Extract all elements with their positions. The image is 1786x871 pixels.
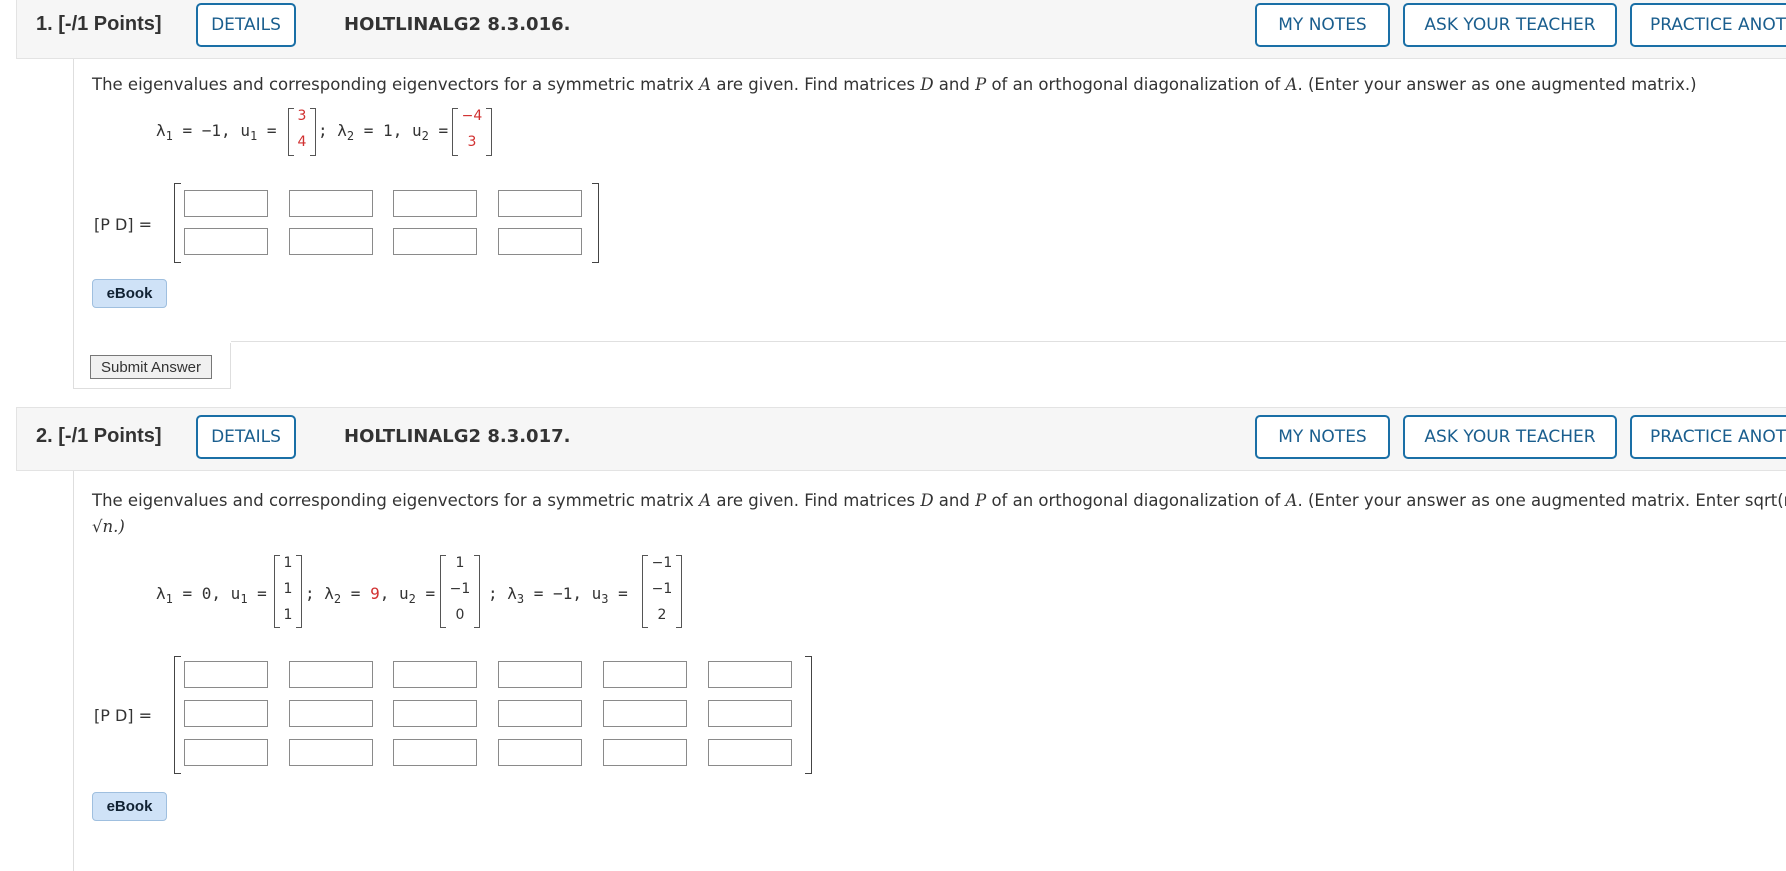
matrix-left-bracket	[174, 656, 181, 774]
answer-cell-2-1[interactable]	[184, 228, 268, 255]
answer-cell-3-2[interactable]	[289, 739, 373, 766]
eigenvector-u2: 1 −1 0	[440, 555, 480, 628]
ebook-button[interactable]: eBook	[92, 792, 167, 821]
question-1-code: HOLTLINALG2 8.3.016.	[344, 14, 571, 35]
answer-cell-1-2[interactable]	[289, 661, 373, 688]
answer-cell-3-6[interactable]	[708, 739, 792, 766]
my-notes-button[interactable]: MY NOTES	[1255, 3, 1390, 47]
answer-cell-1-4[interactable]	[498, 661, 582, 688]
answer-cell-3-3[interactable]	[393, 739, 477, 766]
pd-matrix-label: [P D] =	[94, 706, 153, 725]
answer-cell-3-1[interactable]	[184, 739, 268, 766]
eigenvector-u2: −4 3	[452, 108, 492, 156]
details-button[interactable]: DETAILS	[196, 3, 296, 47]
answer-cell-2-4[interactable]	[498, 228, 582, 255]
question-1-header: 1. [-/1 Points] DETAILS HOLTLINALG2 8.3.…	[16, 0, 1786, 59]
lambda-symbol: λ	[156, 584, 166, 603]
question-2-header: 2. [-/1 Points] DETAILS HOLTLINALG2 8.3.…	[16, 407, 1786, 471]
answer-cell-1-6[interactable]	[708, 661, 792, 688]
answer-cell-2-2[interactable]	[289, 700, 373, 727]
answer-cell-2-1[interactable]	[184, 700, 268, 727]
details-button[interactable]: DETAILS	[196, 415, 296, 459]
answer-cell-3-5[interactable]	[603, 739, 687, 766]
ebook-button[interactable]: eBook	[92, 279, 167, 308]
my-notes-button[interactable]: MY NOTES	[1255, 415, 1390, 459]
answer-cell-1-4[interactable]	[498, 190, 582, 217]
practice-another-button[interactable]: PRACTICE ANOTHER	[1630, 3, 1786, 47]
answer-cell-2-6[interactable]	[708, 700, 792, 727]
submit-answer-button[interactable]: Submit Answer	[90, 355, 212, 379]
answer-cell-1-2[interactable]	[289, 190, 373, 217]
answer-cell-2-5[interactable]	[603, 700, 687, 727]
question-2-number: 2. [-/1 Points]	[36, 425, 162, 447]
answer-cell-3-4[interactable]	[498, 739, 582, 766]
pd-matrix-label: [P D] =	[94, 215, 153, 234]
divider	[231, 341, 1786, 342]
ask-teacher-button[interactable]: ASK YOUR TEACHER	[1403, 415, 1617, 459]
eigenvector-u1: 1 1 1	[274, 555, 302, 628]
lambda-symbol: λ	[156, 121, 166, 140]
matrix-right-bracket	[592, 183, 599, 263]
eigenvector-u1: 3 4	[288, 108, 316, 156]
answer-cell-1-1[interactable]	[184, 190, 268, 217]
question-1-number: 1. [-/1 Points]	[36, 13, 162, 35]
question-1-prompt: The eigenvalues and corresponding eigenv…	[92, 75, 1697, 94]
eigenvector-u3: −1 −1 2	[642, 555, 682, 628]
answer-cell-1-3[interactable]	[393, 190, 477, 217]
answer-cell-1-5[interactable]	[603, 661, 687, 688]
ask-teacher-button[interactable]: ASK YOUR TEACHER	[1403, 3, 1617, 47]
question-2-prompt-line2: √n.)	[92, 517, 125, 536]
question-2-code: HOLTLINALG2 8.3.017.	[344, 426, 571, 447]
answer-cell-2-3[interactable]	[393, 700, 477, 727]
matrix-right-bracket	[805, 656, 812, 774]
answer-cell-1-3[interactable]	[393, 661, 477, 688]
answer-cell-2-4[interactable]	[498, 700, 582, 727]
question-2-prompt: The eigenvalues and corresponding eigenv…	[92, 491, 1786, 510]
answer-cell-1-1[interactable]	[184, 661, 268, 688]
matrix-left-bracket	[174, 183, 181, 263]
answer-cell-2-3[interactable]	[393, 228, 477, 255]
practice-another-button[interactable]: PRACTICE ANOTHER	[1630, 415, 1786, 459]
answer-cell-2-2[interactable]	[289, 228, 373, 255]
